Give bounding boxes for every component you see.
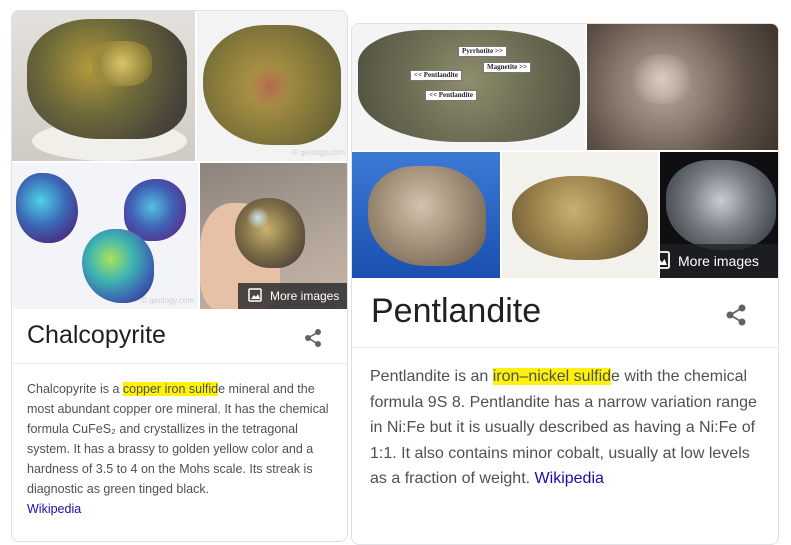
chalcopyrite-image-2[interactable]: © geology.com (197, 11, 347, 161)
chalcopyrite-image-4[interactable]: More images (200, 163, 347, 309)
divider (352, 347, 778, 348)
image-label-pyrrhotite: Pyrrhotite >> (458, 46, 507, 57)
pentlandite-image-1[interactable]: Pyrrhotite >> Magnetite >> << Pentlandit… (352, 24, 585, 150)
pentlandite-image-2[interactable] (587, 24, 778, 150)
entity-title: Chalcopyrite (27, 321, 166, 349)
description: Chalcopyrite is a copper iron sulfide mi… (27, 379, 335, 519)
image-mineral-highlight (92, 41, 152, 86)
image-label-magnetite: Magnetite >> (483, 62, 532, 73)
pentlandite-image-5[interactable]: More images (660, 152, 778, 278)
knowledge-panel-chalcopyrite: © geology.com © geology.com More images … (11, 10, 348, 542)
image-mineral (235, 198, 305, 268)
chalcopyrite-image-1[interactable] (12, 11, 195, 161)
image-mineral (512, 176, 648, 260)
more-images-label: More images (678, 253, 759, 269)
description-text: e mineral and the most abundant copper o… (27, 382, 329, 496)
image-label-pentlandite: << Pentlandite (425, 90, 477, 101)
pentlandite-image-3[interactable] (352, 152, 500, 278)
image-mineral (16, 173, 78, 243)
description: Pentlandite is an iron–nickel sulfide wi… (370, 364, 765, 492)
pentlandite-image-4[interactable] (502, 152, 658, 278)
image-mineral-sheen (246, 207, 270, 229)
share-button[interactable] (302, 327, 324, 349)
chalcopyrite-image-3[interactable]: © geology.com (12, 163, 198, 309)
image-icon (248, 287, 262, 305)
image-mineral-tint (247, 66, 292, 106)
highlighted-text: copper iron sulfid (122, 382, 219, 396)
wikipedia-link[interactable]: Wikipedia (535, 470, 604, 487)
divider (12, 363, 347, 364)
share-icon (305, 329, 321, 347)
share-button[interactable] (723, 302, 749, 328)
more-images-button[interactable]: More images (660, 244, 778, 278)
entity-title: Pentlandite (371, 292, 542, 330)
knowledge-panel-pentlandite: Pyrrhotite >> Magnetite >> << Pentlandit… (351, 23, 779, 545)
image-label-pentlandite: << Pentlandite (410, 70, 462, 81)
share-icon (726, 304, 746, 326)
image-icon (660, 250, 670, 272)
description-text: Pentlandite is an (370, 368, 493, 385)
more-images-label: More images (270, 289, 340, 303)
description-text: Chalcopyrite is a (27, 382, 123, 396)
image-watermark: © geology.com (292, 148, 345, 157)
more-images-button[interactable]: More images (238, 283, 347, 309)
image-mineral (368, 166, 486, 266)
image-mineral (666, 160, 776, 250)
wikipedia-link[interactable]: Wikipedia (27, 502, 81, 516)
image-mineral-sheen (627, 54, 697, 104)
highlighted-text: iron–nickel sulfid (492, 368, 612, 385)
image-mineral (82, 229, 154, 303)
image-watermark: © geology.com (141, 296, 194, 305)
